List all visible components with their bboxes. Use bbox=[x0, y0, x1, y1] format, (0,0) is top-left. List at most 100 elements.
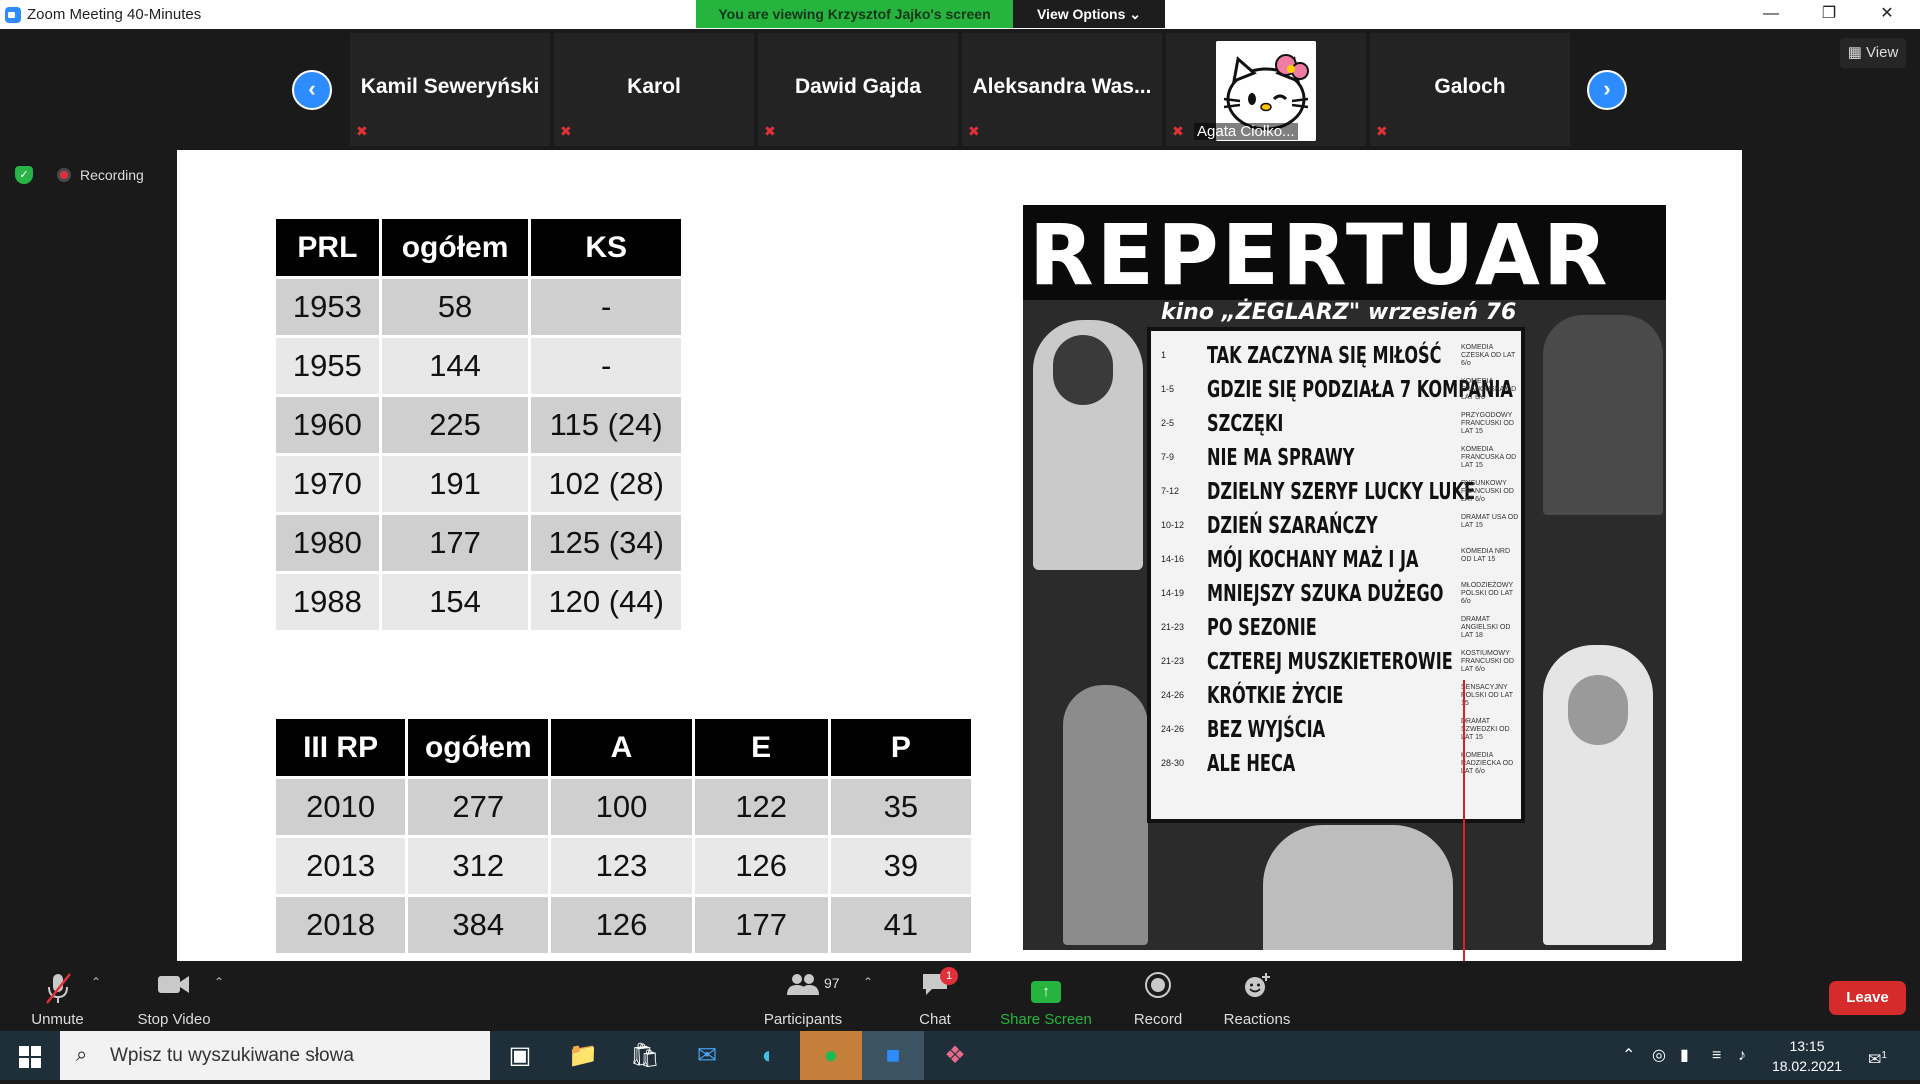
zoom-taskbar-icon[interactable]: ■ bbox=[862, 1031, 924, 1080]
participant-name: Galoch bbox=[1434, 75, 1506, 98]
participant-name: Dawid Gajda bbox=[794, 75, 922, 98]
taskbar-clock[interactable]: 13:15 18.02.2021 bbox=[1762, 1036, 1852, 1076]
meeting-area: ‹ Kamil Seweryński ✖ Karol ✖ Dawid Gajda… bbox=[0, 29, 1920, 994]
meet-now-icon[interactable]: ◎ bbox=[1652, 1031, 1666, 1080]
chat-unread-badge: 1 bbox=[940, 967, 958, 985]
mail-icon[interactable]: ✉ bbox=[676, 1031, 738, 1080]
previous-participants-button[interactable]: ‹ bbox=[292, 70, 332, 110]
reactions-button[interactable]: Reactions bbox=[1222, 961, 1292, 1031]
participant-tile[interactable]: Aleksandra Was... ✖ bbox=[962, 33, 1162, 146]
notifications-icon[interactable]: ✉1 bbox=[1868, 1031, 1887, 1080]
mic-muted-icon: ✖ bbox=[968, 123, 980, 139]
participants-label: Participants bbox=[763, 1011, 843, 1028]
viewing-banner: You are viewing Krzysztof Jajko's screen bbox=[696, 0, 1013, 28]
window-title: Zoom Meeting 40-Minutes bbox=[27, 6, 202, 23]
participants-options-chevron-icon[interactable]: ⌃ bbox=[863, 975, 873, 989]
reactions-label: Reactions bbox=[1223, 1011, 1291, 1028]
tray-chevron-up-icon[interactable]: ⌃ bbox=[1622, 1031, 1635, 1080]
share-screen-icon: ↑ bbox=[996, 971, 1096, 1007]
close-button[interactable]: ✕ bbox=[1864, 2, 1910, 26]
poster-couple-figure bbox=[1263, 825, 1453, 950]
shield-icon[interactable]: ✓ bbox=[15, 166, 33, 184]
participant-tile[interactable]: Dawid Gajda ✖ bbox=[758, 33, 958, 146]
windows-taskbar: ⌕ Wpisz tu wyszukiwane słowa ▣ 📁 🛍 ✉ ◐ ●… bbox=[0, 1031, 1920, 1080]
participant-label: Agata Ciołko... bbox=[1194, 123, 1298, 140]
table-row: 1955 144 - bbox=[276, 338, 681, 394]
meeting-toolbar: Unmute ⌃ Stop Video ⌃ Participants 97 ⌃ … bbox=[0, 961, 1920, 1031]
participants-button[interactable]: Participants bbox=[755, 961, 851, 1031]
volume-icon[interactable]: ♪ bbox=[1738, 1031, 1746, 1080]
repertuar-poster: REPERTUAR kino „ŻEGLARZ" wrzesień 76 1 TA… bbox=[1023, 205, 1666, 950]
table-cell: - bbox=[531, 338, 681, 394]
mic-muted-icon: ✖ bbox=[1376, 123, 1388, 139]
film-row: 10-12 DZIEŃ SZARAŃCZY DRAMAT USA OD LAT 15 bbox=[1161, 513, 1519, 539]
table-row: 1988 154 120 (44) bbox=[276, 574, 681, 630]
record-icon bbox=[1128, 971, 1188, 1007]
table-cell: 177 bbox=[694, 897, 828, 953]
film-row: 7-9 NIE MA SPRAWY KOMEDIA FRANCUSKA OD LAT… bbox=[1161, 445, 1517, 471]
search-placeholder: Wpisz tu wyszukiwane słowa bbox=[110, 1045, 354, 1066]
table-row: 2018 384 126 177 41 bbox=[276, 897, 971, 953]
participant-tile[interactable]: Galoch ✖ bbox=[1370, 33, 1570, 146]
unmute-label: Unmute bbox=[31, 1011, 84, 1028]
file-explorer-icon[interactable]: 📁 bbox=[552, 1031, 614, 1080]
shared-screen: PRL ogółem KS 1953 58 - 1955 144 - 1960 … bbox=[177, 150, 1742, 965]
rp-table: III RP ogółem A E P 2010 277 100 122 35 … bbox=[273, 716, 974, 956]
prl-table: PRL ogółem KS 1953 58 - 1955 144 - 1960 … bbox=[273, 216, 684, 633]
table-cell: 123 bbox=[551, 838, 692, 894]
film-row: 1-5 GDZIE SIĘ PODZIAŁA 7 KOMPANIA KOMEDIA … bbox=[1161, 377, 1517, 403]
unmute-button[interactable]: Unmute bbox=[20, 961, 95, 1031]
audio-options-chevron-icon[interactable]: ⌃ bbox=[91, 975, 101, 989]
table-cell: 277 bbox=[408, 779, 549, 835]
table-cell: 41 bbox=[830, 897, 971, 953]
windows-start-icon[interactable] bbox=[0, 1031, 60, 1080]
table-cell: 58 bbox=[381, 279, 529, 335]
participant-strip: Kamil Seweryński ✖ Karol ✖ Dawid Gajda ✖… bbox=[350, 33, 1570, 146]
battery-icon[interactable]: ▮ bbox=[1680, 1031, 1689, 1080]
film-row: 24-26 KRÓTKIE ŻYCIE SENSACYJNY POLSKI OD L… bbox=[1161, 683, 1513, 709]
table-cell: 39 bbox=[830, 838, 971, 894]
taskbar-search-box[interactable]: ⌕ Wpisz tu wyszukiwane słowa bbox=[60, 1031, 490, 1080]
minimize-button[interactable]: — bbox=[1748, 2, 1794, 26]
recording-dot-icon bbox=[57, 168, 71, 182]
table-header: PRL bbox=[276, 219, 379, 276]
poster-title: REPERTUAR bbox=[1029, 206, 1611, 304]
view-options-button[interactable]: View Options ⌄ bbox=[1013, 0, 1165, 28]
table-cell: 1988 bbox=[276, 574, 379, 630]
video-options-chevron-icon[interactable]: ⌃ bbox=[214, 975, 224, 989]
store-icon[interactable]: 🛍 bbox=[614, 1031, 676, 1080]
task-view-icon[interactable]: ▣ bbox=[489, 1031, 551, 1080]
restore-button[interactable]: ❐ bbox=[1806, 2, 1852, 26]
table-header: III RP bbox=[276, 719, 406, 776]
microphone-muted-icon bbox=[20, 971, 95, 1007]
paint-app-icon[interactable]: ❖ bbox=[924, 1031, 986, 1080]
film-row: 14-16 MÓJ KOCHANY MAŻ I JA KOMEDIA NRD OD … bbox=[1161, 547, 1511, 573]
table-cell: 100 bbox=[551, 779, 692, 835]
stop-video-button[interactable]: Stop Video bbox=[128, 961, 220, 1031]
mic-muted-icon: ✖ bbox=[764, 123, 776, 139]
table-cell: 1960 bbox=[276, 397, 379, 453]
spotify-icon[interactable]: ● bbox=[800, 1031, 862, 1080]
table-cell: 115 (24) bbox=[531, 397, 681, 453]
share-screen-button[interactable]: ↑ Share Screen bbox=[996, 961, 1096, 1031]
mic-muted-icon: ✖ bbox=[356, 123, 368, 139]
recording-indicator[interactable]: Recording bbox=[57, 167, 144, 183]
table-cell: 102 (28) bbox=[531, 456, 681, 512]
leave-button[interactable]: Leave bbox=[1829, 981, 1906, 1015]
table-cell: 225 bbox=[381, 397, 529, 453]
table-cell: 2010 bbox=[276, 779, 406, 835]
wifi-icon[interactable]: ≡ bbox=[1712, 1031, 1721, 1080]
record-button[interactable]: Record bbox=[1128, 961, 1188, 1031]
next-participants-button[interactable]: › bbox=[1587, 70, 1627, 110]
poster-figure-right bbox=[1543, 315, 1663, 515]
participant-tile[interactable]: ✖ Agata Ciołko... bbox=[1166, 33, 1366, 146]
chat-label: Chat bbox=[919, 1011, 951, 1028]
poster-nurse-face bbox=[1568, 675, 1628, 745]
participant-tile[interactable]: Karol ✖ bbox=[554, 33, 754, 146]
participant-name: Karol bbox=[627, 75, 681, 98]
table-cell: 2013 bbox=[276, 838, 406, 894]
view-button[interactable]: ▦ View bbox=[1840, 38, 1906, 68]
participant-tile[interactable]: Kamil Seweryński ✖ bbox=[350, 33, 550, 146]
share-screen-label: Share Screen bbox=[1000, 1011, 1092, 1028]
edge-browser-icon[interactable]: ◐ bbox=[738, 1031, 800, 1080]
